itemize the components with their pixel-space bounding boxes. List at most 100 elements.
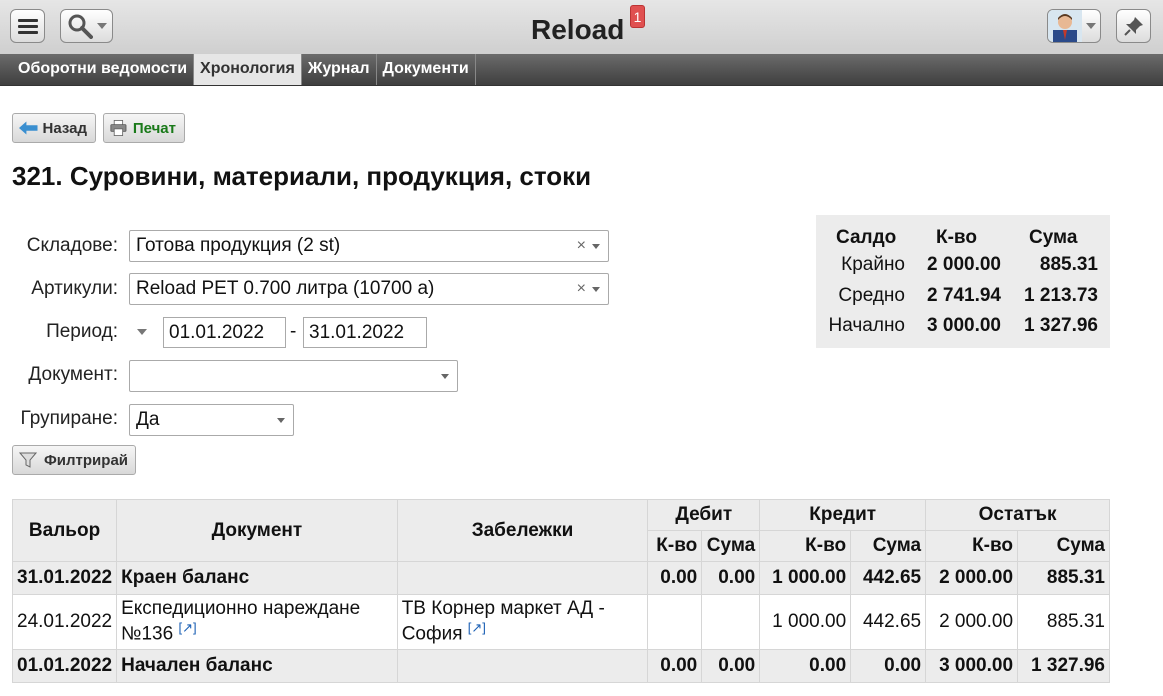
summary-header-qty: К-во [936, 227, 977, 248]
row-debit-sum: 0.00 [701, 649, 761, 683]
table-row: 24.01.2022 Експедиционно нареждане №136 … [11, 594, 1110, 650]
user-menu-button[interactable] [1047, 9, 1101, 43]
col-header-date[interactable]: Вальор [11, 499, 118, 562]
col-header-credit-sum: Сума [850, 530, 927, 562]
period-to-input[interactable]: 31.01.2022 [303, 317, 427, 348]
row-balance-qty: 3 000.00 [925, 649, 1019, 683]
row-document-cell: Експедиционно нареждане №136 [↗] [116, 594, 398, 650]
print-button-label: Печат [132, 119, 176, 137]
clear-icon[interactable]: × [577, 231, 586, 261]
col-header-debit-sum: Сума [701, 530, 761, 562]
chevron-down-icon [592, 287, 600, 292]
ledger-table: Вальор Документ Забележки Дебит Кредит О… [11, 499, 1110, 683]
funnel-icon [19, 452, 37, 468]
back-button[interactable]: Назад [12, 113, 96, 143]
tab-documents[interactable]: Документи [377, 54, 476, 85]
row-balance-sum: 885.31 [1017, 561, 1110, 595]
period-label: Период: [46, 321, 118, 342]
page-title: 321. Суровини, материали, продукция, сто… [12, 161, 592, 191]
document-select[interactable] [129, 360, 458, 392]
table-row: 01.01.2022 Начален баланс 0.00 0.00 0.00… [11, 649, 1110, 683]
chevron-down-icon [592, 244, 600, 249]
summary-row-label: Средно [838, 285, 905, 306]
col-header-balance-qty: К-во [925, 530, 1019, 562]
summary-row-qty: 3 000.00 [927, 315, 1001, 336]
pin-icon [1123, 17, 1143, 36]
arrow-left-icon [19, 121, 38, 135]
search-icon [68, 14, 93, 39]
grouping-value: Да [136, 409, 160, 430]
row-notes[interactable]: ТВ Корнер маркет АД - София [402, 598, 605, 644]
tab-journal[interactable]: Журнал [302, 54, 377, 85]
row-debit-qty: 0.00 [647, 561, 703, 595]
clear-icon[interactable]: × [577, 274, 586, 304]
summary-row-label: Начално [828, 315, 905, 336]
row-balance-qty: 2 000.00 [925, 594, 1019, 650]
row-balance-sum: 1 327.96 [1017, 649, 1110, 683]
chevron-down-icon [441, 374, 449, 379]
items-value: Reload PET 0.700 литра (10700 a) [136, 278, 435, 299]
printer-icon [110, 119, 127, 137]
top-bar: Reload 1 [0, 0, 1163, 54]
menu-button[interactable] [10, 9, 45, 43]
tab-chronology[interactable]: Хронология [194, 54, 302, 85]
row-document: Краен баланс [116, 561, 398, 595]
row-notes-cell: ТВ Корнер маркет АД - София [↗] [396, 594, 649, 650]
external-link-icon[interactable]: [↗] [468, 620, 486, 635]
row-balance-qty: 2 000.00 [925, 561, 1019, 595]
summary-row-qty: 2 000.00 [927, 254, 1001, 275]
external-link-icon[interactable]: [↗] [178, 620, 196, 635]
row-credit-qty: 1 000.00 [759, 561, 852, 595]
period-preset-dropdown[interactable] [137, 329, 147, 335]
row-date: 24.01.2022 [11, 594, 118, 650]
grouping-select[interactable]: Да [129, 404, 294, 436]
summary-row-sum: 1 213.73 [1024, 285, 1098, 306]
notification-badge[interactable]: 1 [630, 5, 645, 28]
row-notes [396, 561, 649, 595]
row-date: 31.01.2022 [11, 561, 118, 595]
col-header-balance-sum: Сума [1017, 530, 1110, 562]
filter-button-label: Филтрирай [44, 451, 129, 469]
col-header-balance: Остатък [925, 499, 1110, 531]
period-from-input[interactable]: 01.01.2022 [163, 317, 286, 348]
row-debit-qty: 0.00 [647, 649, 703, 683]
period-separator: - [290, 321, 297, 342]
col-header-document[interactable]: Документ [116, 499, 398, 562]
warehouses-label: Складове: [26, 235, 118, 256]
summary-header-sum: Сума [1029, 227, 1078, 248]
items-select[interactable]: Reload PET 0.700 литра (10700 a) × [129, 273, 609, 305]
col-header-credit: Кредит [759, 499, 927, 531]
grouping-label: Групиране: [20, 408, 118, 429]
row-document[interactable]: Експедиционно нареждане №136 [121, 598, 360, 644]
col-header-debit: Дебит [647, 499, 761, 531]
back-button-label: Назад [42, 119, 87, 137]
app-title: Reload [531, 14, 625, 45]
row-credit-qty: 0.00 [759, 649, 852, 683]
row-date: 01.01.2022 [11, 649, 118, 683]
warehouses-select[interactable]: Готова продукция (2 st) × [129, 230, 609, 262]
search-button[interactable] [60, 9, 113, 43]
print-button[interactable]: Печат [103, 113, 185, 143]
row-document: Начален баланс [116, 649, 398, 683]
row-balance-sum: 885.31 [1017, 594, 1110, 650]
items-label: Артикули: [31, 278, 118, 299]
balance-summary: Салдо К-во Сума Крайно 2 000.00 885.31 С… [816, 215, 1110, 348]
tab-bar: Оборотни ведомости Хронология Журнал Док… [0, 54, 1163, 86]
summary-row-qty: 2 741.94 [927, 285, 1001, 306]
row-credit-sum: 0.00 [850, 649, 927, 683]
row-debit-sum: 0.00 [701, 561, 761, 595]
chevron-down-icon [1086, 23, 1096, 29]
chevron-down-icon [97, 23, 107, 29]
avatar [1048, 10, 1082, 42]
filter-button[interactable]: Филтрирай [12, 445, 136, 475]
warehouses-value: Готова продукция (2 st) [136, 235, 341, 256]
row-credit-sum: 442.65 [850, 594, 927, 650]
col-header-debit-qty: К-во [647, 530, 703, 562]
tab-turnover-sheets[interactable]: Оборотни ведомости [12, 54, 195, 85]
summary-header-balance: Салдо [836, 227, 897, 248]
row-credit-qty: 1 000.00 [759, 594, 852, 650]
pin-button[interactable] [1116, 9, 1151, 43]
row-credit-sum: 442.65 [850, 561, 927, 595]
table-row: 31.01.2022 Краен баланс 0.00 0.00 1 000.… [11, 561, 1110, 595]
col-header-notes[interactable]: Забележки [396, 499, 649, 562]
